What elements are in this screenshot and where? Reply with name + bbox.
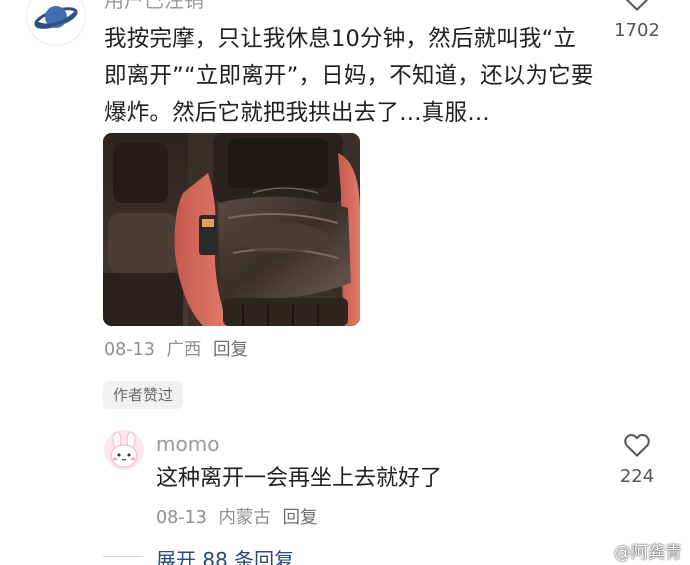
heart-outline-icon [625, 0, 649, 11]
like-count: 1702 [614, 20, 660, 41]
comment-photo[interactable] [103, 133, 360, 326]
like-count: 224 [619, 466, 655, 487]
comment-date: 08-13 [156, 508, 207, 528]
watermark-text: @阿龚青 [614, 543, 682, 563]
weibo-icon [590, 543, 609, 559]
comment-thread: 用户已注销 我按完摩，只让我休息10分钟，然后就叫我“立即离开”“立即离开”，日… [0, 0, 690, 565]
comment-location: 内蒙古 [218, 508, 271, 528]
massage-chair-image [103, 133, 360, 326]
comment-meta: 08-13 内蒙古 回复 [156, 504, 324, 529]
comment-username[interactable]: momo [156, 432, 219, 456]
author-liked-badge: 作者赞过 [103, 381, 184, 409]
avatar[interactable] [104, 430, 144, 470]
divider [103, 556, 143, 557]
comment-text: 我按完摩，只让我休息10分钟，然后就叫我“立即离开”“立即离开”，日妈，不知道，… [104, 26, 594, 126]
comment-date: 08-13 [104, 340, 155, 360]
expand-replies-link[interactable]: 展开 88 条回复 [156, 544, 294, 565]
comment-username[interactable]: 用户已注销 [104, 0, 204, 13]
comment-location: 广西 [166, 340, 202, 360]
bunny-icon [104, 430, 144, 470]
planet-icon [34, 6, 78, 29]
avatar[interactable] [26, 0, 86, 46]
comment-text: 这种离开一会再坐上去就好了 [156, 466, 443, 491]
comment-meta: 08-13 广西 回复 [104, 336, 254, 361]
heart-outline-icon [624, 434, 650, 457]
like-button[interactable]: 224 [602, 430, 672, 487]
like-button[interactable]: 1702 [602, 0, 672, 41]
watermark: @阿龚青 [590, 538, 682, 563]
reply-button[interactable]: 回复 [283, 508, 318, 528]
reply-button[interactable]: 回复 [213, 340, 248, 360]
